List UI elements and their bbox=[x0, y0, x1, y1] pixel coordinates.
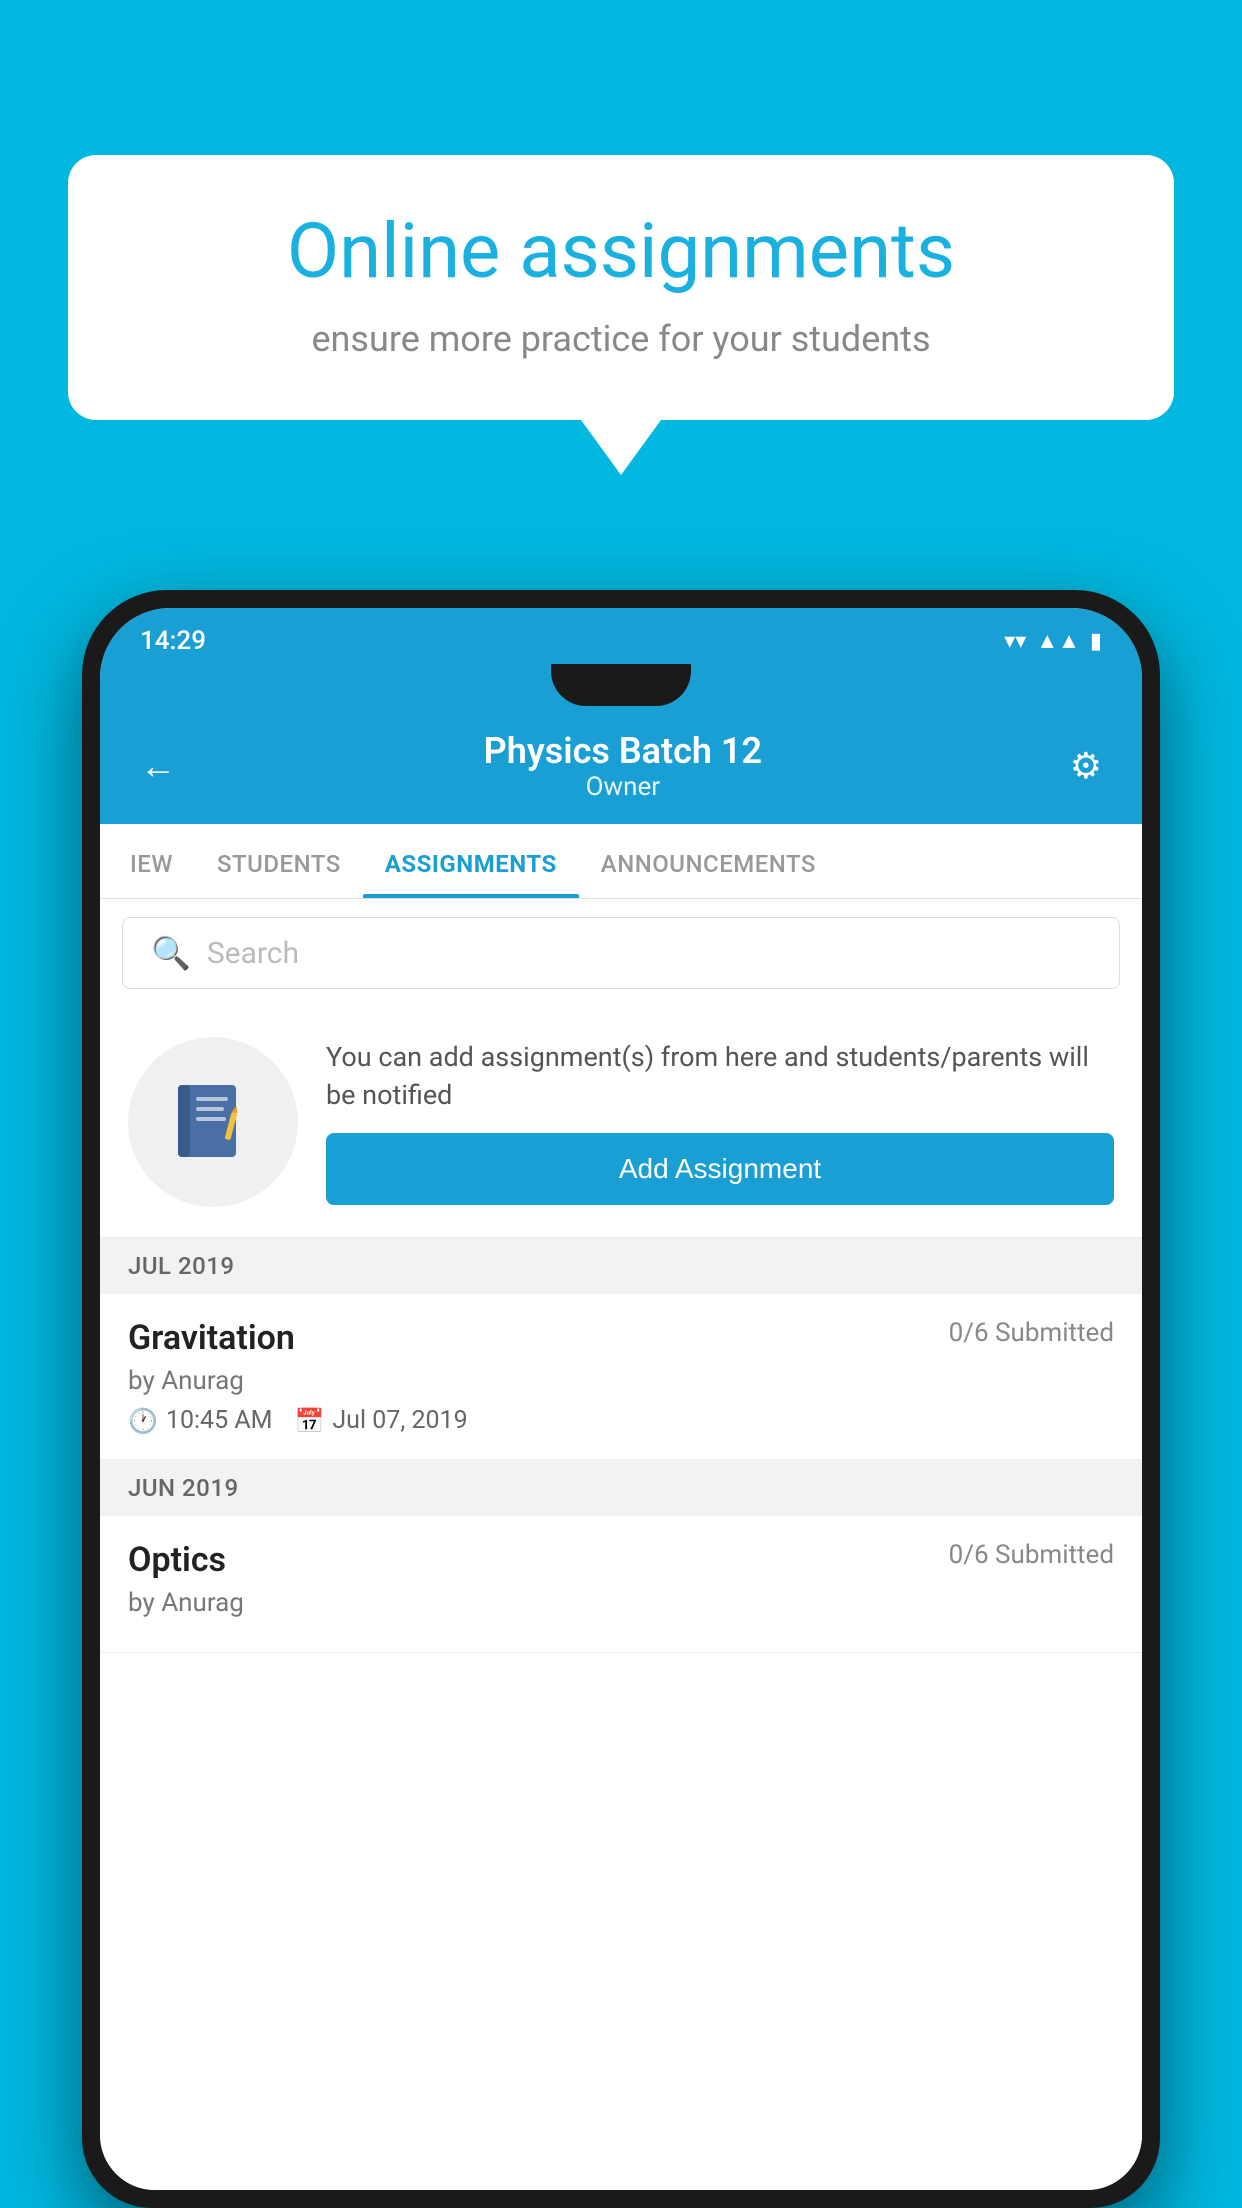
status-time: 14:29 bbox=[140, 626, 206, 656]
back-button[interactable]: ← bbox=[140, 745, 176, 787]
promo-subtitle: ensure more practice for your students bbox=[138, 318, 1104, 360]
search-bar[interactable]: 🔍 Search bbox=[122, 917, 1120, 989]
assignment-name-optics: Optics bbox=[128, 1540, 226, 1580]
phone-screen: 14:29 ▾▾ ▲▲ ▮ ← Physics Batch 12 Owner ⚙… bbox=[100, 608, 1142, 2190]
speech-bubble-arrow bbox=[581, 420, 661, 475]
tab-assignments[interactable]: ASSIGNMENTS bbox=[363, 824, 579, 898]
promo-title: Online assignments bbox=[138, 210, 1104, 294]
status-icons: ▾▾ ▲▲ ▮ bbox=[1004, 628, 1102, 654]
battery-icon: ▮ bbox=[1090, 629, 1102, 654]
assignment-item-gravitation[interactable]: Gravitation 0/6 Submitted by Anurag 🕐 10… bbox=[100, 1294, 1142, 1460]
speech-bubble: Online assignments ensure more practice … bbox=[68, 155, 1174, 420]
camera-notch bbox=[551, 664, 691, 706]
notch-area bbox=[100, 664, 1142, 712]
search-placeholder: Search bbox=[207, 936, 299, 971]
assignment-by-optics: by Anurag bbox=[128, 1588, 1114, 1618]
settings-button[interactable]: ⚙ bbox=[1070, 745, 1102, 787]
assignment-name: Gravitation bbox=[128, 1318, 295, 1358]
assignment-item-optics[interactable]: Optics 0/6 Submitted by Anurag bbox=[100, 1516, 1142, 1653]
assignment-meta: 🕐 10:45 AM 📅 Jul 07, 2019 bbox=[128, 1406, 1114, 1435]
header-title-group: Physics Batch 12 Owner bbox=[484, 730, 762, 802]
promo-content: You can add assignment(s) from here and … bbox=[326, 1039, 1114, 1205]
tab-announcements[interactable]: ANNOUNCEMENTS bbox=[579, 824, 838, 898]
assignment-by: by Anurag bbox=[128, 1366, 1114, 1396]
signal-icon: ▲▲ bbox=[1036, 628, 1080, 654]
batch-role: Owner bbox=[484, 772, 762, 802]
meta-date: 📅 Jul 07, 2019 bbox=[294, 1406, 467, 1435]
content-area: 🔍 Search bbox=[100, 899, 1142, 2190]
promo-section: You can add assignment(s) from here and … bbox=[100, 1007, 1142, 1238]
tabs-bar: IEW STUDENTS ASSIGNMENTS ANNOUNCEMENTS bbox=[100, 824, 1142, 899]
status-bar: 14:29 ▾▾ ▲▲ ▮ bbox=[100, 608, 1142, 664]
meta-time: 🕐 10:45 AM bbox=[128, 1406, 272, 1435]
promo-card: Online assignments ensure more practice … bbox=[68, 155, 1174, 475]
search-container: 🔍 Search bbox=[100, 899, 1142, 1007]
notebook-icon bbox=[168, 1077, 258, 1167]
tab-students[interactable]: STUDENTS bbox=[195, 824, 363, 898]
calendar-icon: 📅 bbox=[294, 1407, 324, 1435]
time-value: 10:45 AM bbox=[166, 1406, 273, 1435]
app-header: ← Physics Batch 12 Owner ⚙ bbox=[100, 712, 1142, 824]
assignment-submitted: 0/6 Submitted bbox=[949, 1318, 1114, 1348]
section-header-jul: JUL 2019 bbox=[100, 1238, 1142, 1294]
add-assignment-button[interactable]: Add Assignment bbox=[326, 1133, 1114, 1205]
batch-title: Physics Batch 12 bbox=[484, 730, 762, 772]
assignment-row1: Gravitation 0/6 Submitted bbox=[128, 1318, 1114, 1358]
wifi-icon: ▾▾ bbox=[1004, 629, 1026, 654]
phone-shell: 14:29 ▾▾ ▲▲ ▮ ← Physics Batch 12 Owner ⚙… bbox=[82, 590, 1160, 2208]
section-header-jun: JUN 2019 bbox=[100, 1460, 1142, 1516]
assignment-row1-optics: Optics 0/6 Submitted bbox=[128, 1540, 1114, 1580]
search-icon: 🔍 bbox=[151, 934, 191, 972]
promo-icon-circle bbox=[128, 1037, 298, 1207]
promo-description: You can add assignment(s) from here and … bbox=[326, 1039, 1114, 1115]
tab-iew[interactable]: IEW bbox=[108, 824, 195, 898]
assignment-submitted-optics: 0/6 Submitted bbox=[949, 1540, 1114, 1570]
clock-icon: 🕐 bbox=[128, 1407, 158, 1435]
date-value: Jul 07, 2019 bbox=[332, 1406, 467, 1435]
